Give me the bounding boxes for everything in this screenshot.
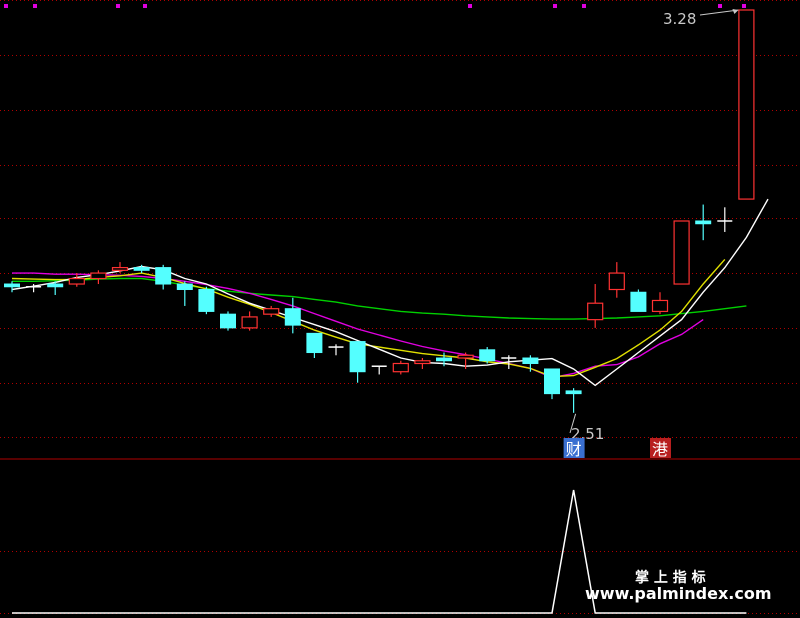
candle-body	[544, 368, 560, 395]
top-marker-dot	[718, 4, 722, 8]
candlesticks	[4, 9, 755, 413]
high-price-arrow	[699, 9, 739, 16]
candle-body	[176, 283, 193, 291]
candle-body	[414, 360, 431, 365]
candle-body	[4, 283, 20, 288]
candle-body	[479, 349, 496, 362]
stock-chart: 3.28 2.51 财港 掌 上 指 标 www.palmindex.com	[0, 0, 800, 614]
candle-body	[241, 316, 258, 329]
annotation-badge-text: 财	[566, 440, 582, 459]
candle-body	[565, 390, 582, 395]
top-marker-dot	[742, 4, 746, 8]
price-labels: 3.28 2.51	[569, 9, 739, 443]
candle-body	[630, 291, 647, 312]
watermark-url: www.palmindex.com	[585, 584, 772, 603]
candle-body	[155, 267, 172, 285]
top-marker-dot	[468, 4, 472, 8]
top-marker-dot	[4, 4, 8, 8]
grid-lines	[0, 0, 800, 614]
top-marker-dot	[116, 4, 120, 8]
moving-average-line	[11, 198, 769, 387]
top-marker-dot	[33, 4, 37, 8]
candle-body	[738, 9, 755, 200]
candle-body	[263, 308, 280, 315]
annotation-badges: 财港	[563, 438, 671, 459]
candle-body	[90, 272, 107, 280]
candle-body	[392, 362, 409, 373]
candle-body	[695, 220, 712, 225]
candle-body	[651, 299, 669, 313]
candle-body	[349, 341, 366, 373]
candle-body	[457, 354, 474, 359]
candle-body	[47, 283, 64, 288]
top-marker-dots	[4, 4, 746, 8]
annotation-badge-text: 港	[652, 440, 668, 459]
candle-body	[284, 308, 301, 326]
candle-body	[587, 302, 604, 321]
candle-body	[198, 289, 215, 312]
candle-body	[436, 357, 452, 362]
candle-body	[220, 313, 236, 329]
candle-body	[306, 332, 323, 354]
candle-body	[522, 357, 539, 364]
candle-body	[673, 220, 690, 285]
top-marker-dot	[143, 4, 147, 8]
candle-body	[608, 272, 625, 291]
candle-body	[68, 277, 85, 285]
top-marker-dot	[553, 4, 557, 8]
high-price-label: 3.28	[663, 10, 696, 28]
candle-body	[111, 266, 129, 271]
candle-body	[133, 267, 150, 271]
top-marker-dot	[582, 4, 586, 8]
watermark: 掌 上 指 标 www.palmindex.com	[585, 569, 772, 603]
moving-average-lines	[11, 198, 769, 387]
